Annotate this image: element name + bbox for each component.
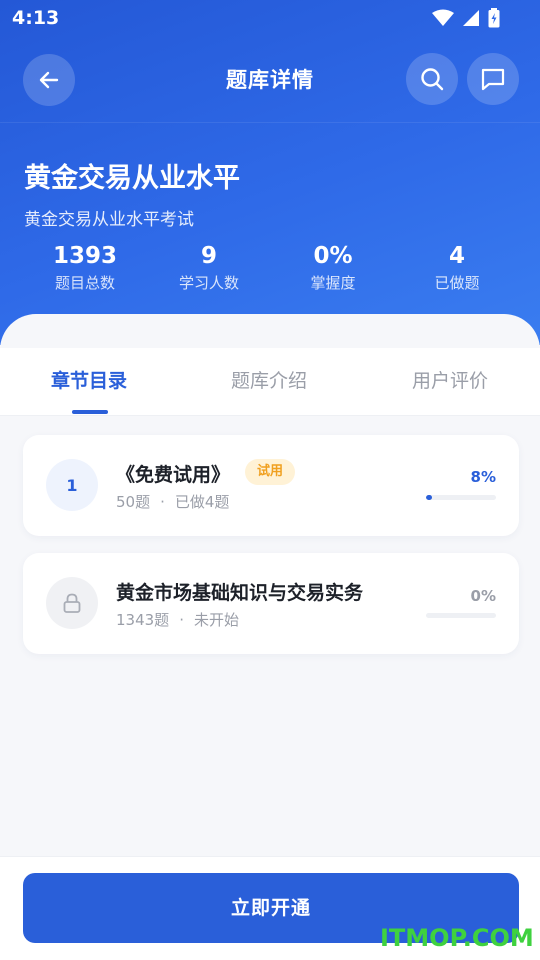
stat-label: 题目总数 — [54, 274, 115, 292]
chapter-question-count: 1343题 — [116, 611, 170, 629]
stat-value: 4 — [448, 243, 465, 269]
stat-value: 9 — [200, 243, 217, 269]
chapter-progress-bar — [426, 613, 496, 618]
stat-done: 4 已做题 — [397, 240, 517, 294]
page-title: 题库详情 — [226, 68, 314, 92]
stats-row: 1393 题目总数 9 学习人数 0% 掌握度 4 已做题 — [0, 240, 540, 300]
status-bar: 4:13 — [0, 0, 540, 36]
chapter-title: 黄金市场基础知识与交易实务 — [116, 582, 364, 604]
chapter-meta: 50题 · 已做4题 — [116, 491, 229, 512]
status-icons — [432, 8, 500, 28]
tab-active-indicator — [72, 410, 108, 414]
tab-reviews[interactable]: 用户评价 — [412, 366, 488, 393]
chapter-status: 已做4题 — [174, 493, 230, 511]
meta-separator: · — [179, 611, 184, 629]
tab-introduction[interactable]: 题库介绍 — [231, 366, 307, 393]
search-button[interactable] — [406, 53, 458, 105]
chapter-card[interactable]: 1 《免费试用》 试用 50题 · 已做4题 8% — [23, 435, 519, 536]
chapter-title: 《免费试用》 — [116, 464, 231, 486]
signal-icon — [463, 10, 479, 26]
stat-value: 0% — [313, 243, 353, 269]
trial-badge: 试用 — [245, 459, 296, 485]
tab-bar: 章节目录 题库介绍 用户评价 — [0, 348, 540, 416]
search-icon — [421, 68, 444, 91]
message-button[interactable] — [467, 53, 519, 105]
stat-value: 1393 — [52, 243, 117, 269]
chapter-status: 未开始 — [193, 611, 239, 629]
stat-mastery: 0% 掌握度 — [273, 240, 393, 294]
chapter-progress-fill — [426, 495, 432, 500]
wifi-icon — [432, 9, 454, 26]
chat-icon — [481, 68, 505, 91]
status-time: 4:13 — [12, 7, 60, 29]
chapter-question-count: 50题 — [116, 493, 151, 511]
meta-separator: · — [160, 493, 165, 511]
watermark-logo: ITMOP.COM — [380, 924, 534, 952]
chapter-percent: 8% — [470, 468, 496, 486]
bank-subtitle: 黄金交易从业水平考试 — [24, 210, 194, 230]
bank-title: 黄金交易从业水平 — [24, 163, 240, 194]
chapter-percent: 0% — [470, 587, 496, 605]
tab-chapters[interactable]: 章节目录 — [51, 366, 127, 393]
stat-learners: 9 学习人数 — [149, 240, 269, 294]
battery-icon — [488, 8, 500, 28]
chapter-meta: 1343题 · 未开始 — [116, 609, 239, 630]
chapter-lock-badge — [46, 577, 98, 629]
header-divider — [0, 122, 540, 123]
stat-total-questions: 1393 题目总数 — [25, 240, 145, 294]
stat-label: 掌握度 — [310, 274, 356, 292]
chapter-number-badge: 1 — [46, 459, 98, 511]
chapter-card[interactable]: 黄金市场基础知识与交易实务 1343题 · 未开始 0% — [23, 553, 519, 654]
stat-label: 已做题 — [434, 274, 480, 292]
chapter-progress-bar — [426, 495, 496, 500]
lock-icon — [63, 593, 81, 613]
stat-label: 学习人数 — [178, 274, 239, 292]
